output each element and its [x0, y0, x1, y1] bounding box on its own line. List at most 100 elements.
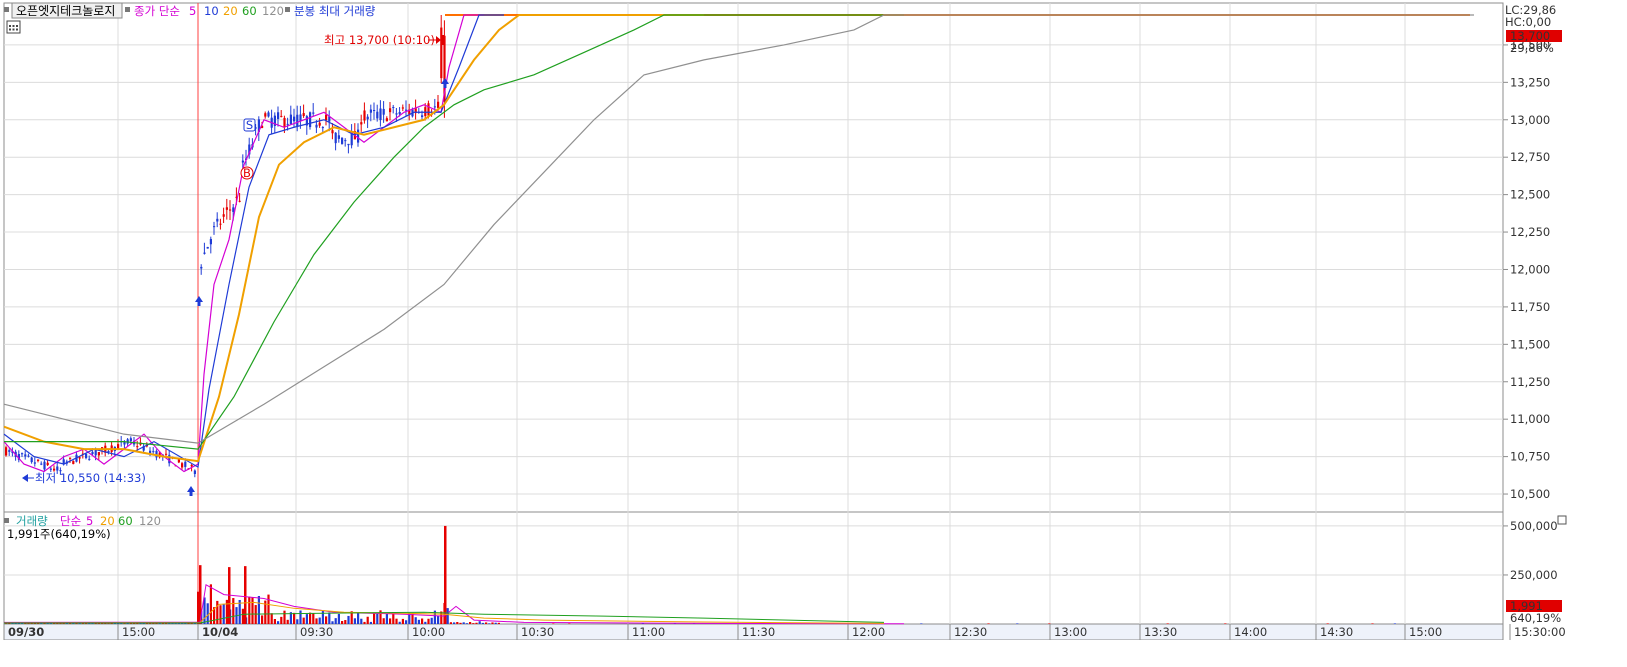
legend-handle-icon[interactable] [4, 7, 9, 12]
volume-bar [241, 608, 244, 624]
volume-bar [1393, 623, 1396, 624]
volume-ma-period-5: 5 [86, 514, 93, 528]
x-tick-label: 10/04 [202, 625, 238, 639]
volume-bar [312, 613, 315, 624]
volume-bar [488, 623, 491, 624]
candle-down [341, 137, 344, 144]
y-tick-label: 11,000 [1510, 412, 1550, 426]
y-tick-label: 10,500 [1510, 487, 1550, 501]
y-tick-label: 12,250 [1510, 225, 1550, 239]
legend-handle-icon[interactable] [125, 7, 130, 12]
x-tick-label: 15:00 [122, 625, 155, 639]
indicator-settings-icon[interactable] [6, 20, 21, 34]
legend-handle-icon[interactable] [4, 518, 9, 523]
volume-bar [398, 621, 401, 624]
volume-bar [401, 618, 404, 624]
volume-bar [1048, 623, 1051, 624]
limit-info: LC:29,86HC:0,00 [1505, 3, 1556, 29]
volume-bar [270, 613, 273, 624]
volume-label: 거래량 [16, 514, 48, 528]
volume-bar [232, 598, 235, 624]
candle-down [193, 470, 196, 474]
candle-up [37, 459, 40, 461]
x-tick-label: 14:00 [1234, 625, 1267, 639]
volume-bar [469, 621, 472, 624]
volume-bar [315, 618, 318, 624]
candle-up [283, 117, 286, 128]
volume-bar [222, 604, 225, 624]
pane-menu-button[interactable] [1557, 515, 1567, 525]
candle-down [334, 132, 337, 144]
volume-bar [497, 622, 500, 624]
sell-marker: S [243, 118, 256, 132]
legend-handle-icon[interactable] [285, 7, 290, 12]
candle-down [379, 108, 382, 121]
volume-bar [257, 595, 260, 624]
candle-up [389, 108, 392, 113]
candle-down [373, 109, 376, 111]
candle-down [85, 453, 88, 459]
calc-icon-dot [12, 25, 15, 27]
candle-down [43, 461, 46, 470]
volume-tick-label: 250,000 [1510, 568, 1558, 582]
candle-type-label: 분봉 최대 거래량 [294, 4, 376, 18]
volume-bar [453, 622, 456, 624]
candle-down [299, 114, 302, 122]
high-annotation-label: 최고 13,700 (10:10) [324, 33, 435, 47]
volume-bar [1326, 623, 1329, 624]
candle-down [312, 112, 315, 114]
buy-marker: B [240, 166, 254, 180]
candle-down [321, 127, 324, 129]
candle-up [427, 103, 430, 116]
volume-bar [389, 618, 392, 624]
calc-icon-dot [16, 25, 18, 27]
candle-down [152, 451, 155, 453]
candle-down [286, 123, 289, 125]
candle-down [289, 114, 292, 125]
calc-icon-dot [9, 25, 11, 27]
candle-down [382, 108, 385, 115]
candle-up [385, 118, 388, 122]
ma-label: 종가 단순 [134, 4, 180, 18]
volume-bar [309, 612, 312, 624]
candle-down [209, 238, 212, 245]
candle-up [302, 113, 305, 117]
candle-down [129, 438, 132, 442]
volume-tag-pct: 640,19% [1510, 611, 1561, 625]
volume-bar [987, 623, 990, 624]
y-tick-label: 11,250 [1510, 375, 1550, 389]
candle-down [309, 112, 312, 128]
ma-period-120: 120 [262, 4, 284, 18]
candle-up [238, 200, 241, 202]
candle-up [5, 447, 8, 456]
volume-bar [305, 614, 308, 624]
volume-bar [462, 622, 465, 624]
volume-bar [369, 621, 372, 624]
hc-label: HC:0,00 [1505, 15, 1551, 29]
candle-down [369, 109, 372, 113]
volume-bar [430, 617, 433, 624]
price-pane [3, 2, 1504, 513]
volume-ma-period-120: 120 [139, 514, 161, 528]
calc-icon-dot [9, 28, 11, 31]
candle-down [315, 124, 318, 128]
x-tick-label: 09:30 [300, 625, 333, 639]
ma-period-5: 5 [189, 4, 196, 18]
candle-down [398, 111, 401, 115]
ma-period-20: 20 [223, 4, 238, 18]
high-annotation: 최고 13,700 (10:10) [324, 33, 444, 47]
volume-bar [251, 597, 254, 624]
low-annotation-label: 최저 10,550 (14:33) [35, 471, 146, 485]
candle-down [392, 107, 395, 109]
candle-up [165, 453, 168, 455]
y-tick-label: 10,750 [1510, 450, 1550, 464]
volume-bar [1224, 623, 1227, 624]
volume-bar [481, 622, 484, 624]
candle-down [8, 450, 11, 452]
volume-bar [485, 622, 488, 624]
x-tick-label: 10:00 [412, 625, 445, 639]
volume-bar [424, 621, 427, 624]
candle-down [277, 112, 280, 119]
volume-bar [347, 615, 350, 624]
ma-period-10: 10 [204, 4, 219, 18]
